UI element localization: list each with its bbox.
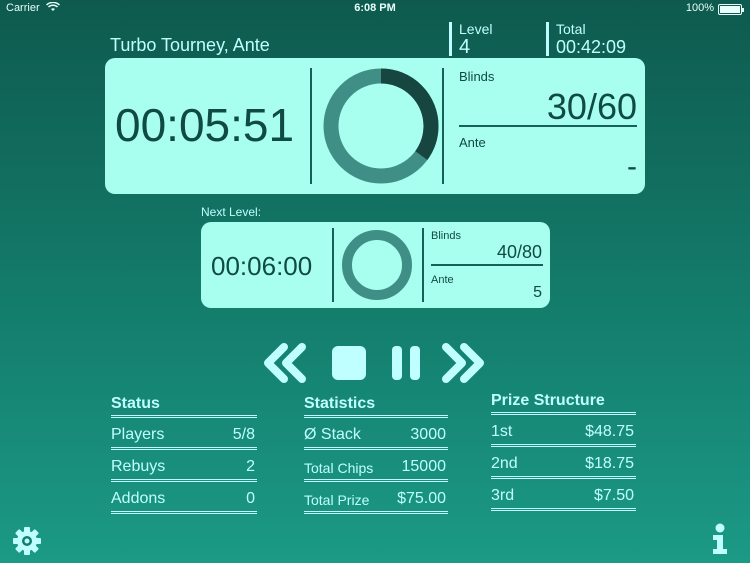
next-ante-value: 5	[533, 284, 542, 301]
battery-percent: 100%	[685, 2, 714, 14]
statistics-section: Statistics Ø Stack 3000 Total Chips 1500…	[304, 395, 448, 514]
prize-place-label: 3rd	[491, 487, 515, 504]
total-chips-value: 15000	[401, 458, 447, 475]
avg-stack-label: Ø Stack	[304, 426, 361, 443]
fast-forward-button[interactable]	[440, 343, 490, 383]
prize-place-label: 1st	[491, 423, 513, 440]
prize-amount: $18.75	[585, 455, 634, 472]
prize-structure-heading: Prize Structure	[491, 392, 636, 415]
settings-button[interactable]	[12, 526, 42, 561]
current-progress-ring	[322, 66, 440, 191]
prize-amount: $7.50	[593, 487, 634, 504]
total-value: 00:42:09	[556, 37, 627, 57]
divider	[431, 264, 543, 266]
next-ante-label: Ante	[431, 274, 454, 286]
total-label: Total	[556, 21, 586, 37]
players-label: Players	[111, 426, 165, 443]
players-value: 5/8	[232, 426, 255, 443]
addons-label: Addons	[111, 490, 166, 507]
status-section: Status Players 5/8 Rebuys 2 Addons 0	[111, 395, 257, 514]
info-icon	[713, 523, 727, 554]
stop-button[interactable]	[330, 343, 368, 383]
status-heading: Status	[111, 395, 257, 418]
rewind-icon	[264, 343, 306, 383]
next-blinds-value: 40/80	[496, 242, 542, 262]
total-prize-label: Total Prize	[304, 492, 370, 508]
list-item: Addons 0	[111, 482, 257, 514]
prize-place-label: 2nd	[491, 455, 518, 472]
divider	[310, 68, 312, 184]
rewind-button[interactable]	[262, 343, 310, 383]
blinds-value: 30/60	[546, 86, 637, 127]
avg-stack-value: 3000	[410, 426, 446, 443]
info-button[interactable]	[708, 523, 732, 560]
statistics-heading: Statistics	[304, 395, 448, 418]
addons-value: 0	[246, 490, 255, 507]
tournament-title: Turbo Tourney, Ante	[110, 35, 270, 55]
list-item: Rebuys 2	[111, 450, 257, 482]
list-item: Ø Stack 3000	[304, 418, 448, 450]
total-time-indicator: Total 00:42:09	[546, 21, 656, 57]
next-level-card: 00:06:00 Blinds 40/80 Ante 5	[201, 222, 550, 308]
level-indicator: Level 4	[449, 21, 539, 58]
divider	[332, 228, 334, 302]
next-blinds-label: Blinds	[431, 230, 461, 242]
next-clock: 00:06:00	[211, 251, 313, 281]
blinds-label: Blinds	[459, 69, 495, 84]
ante-label: Ante	[459, 135, 486, 150]
ante-value: -	[627, 150, 637, 183]
stop-icon	[332, 346, 366, 380]
total-prize-value: $75.00	[397, 490, 446, 507]
next-progress-ring	[337, 228, 417, 307]
status-bar: Carrier 6:08 PM 100%	[0, 0, 750, 18]
pause-icon	[392, 346, 420, 380]
pause-button[interactable]	[390, 343, 424, 383]
list-item: Total Chips 15000	[304, 450, 448, 482]
gear-icon	[13, 527, 41, 555]
total-chips-label: Total Chips	[304, 460, 374, 476]
clock-time: 6:08 PM	[354, 2, 396, 14]
rebuys-label: Rebuys	[111, 458, 166, 475]
next-level-label: Next Level:	[201, 205, 262, 219]
prize-amount: $48.75	[585, 423, 634, 440]
current-clock: 00:05:51	[115, 99, 295, 151]
divider	[422, 228, 424, 302]
battery-icon	[718, 4, 744, 15]
prize-structure-section: Prize Structure 1st $48.75 2nd $18.75 3r…	[491, 392, 636, 511]
divider	[442, 68, 444, 184]
playback-controls	[262, 343, 492, 383]
level-label: Level	[459, 21, 493, 37]
divider	[459, 125, 637, 127]
rebuys-value: 2	[246, 458, 255, 475]
list-item: 3rd $7.50	[491, 479, 636, 511]
current-level-card: 00:05:51 Blinds 30/60 Ante -	[105, 58, 645, 194]
level-value: 4	[459, 36, 471, 58]
list-item: 1st $48.75	[491, 415, 636, 447]
list-item: Players 5/8	[111, 418, 257, 450]
list-item: Total Prize $75.00	[304, 482, 448, 514]
list-item: 2nd $18.75	[491, 447, 636, 479]
fast-forward-icon	[442, 343, 484, 383]
